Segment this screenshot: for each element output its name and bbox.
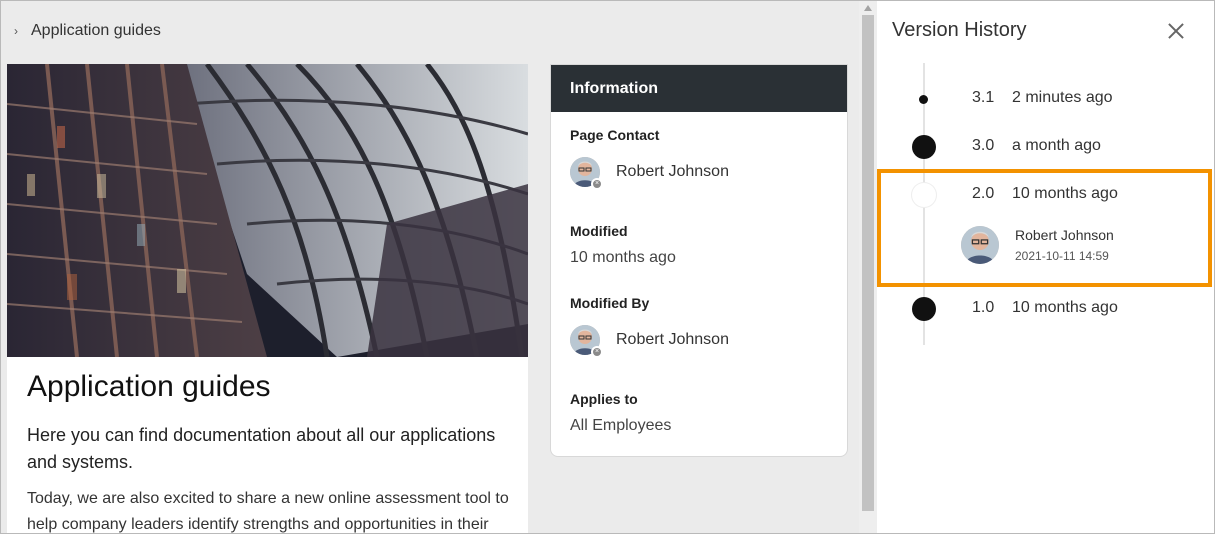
version-time: 10 months ago [1012,185,1118,202]
status-offline-icon: × [591,178,603,190]
version-number: 3.0 [972,137,995,154]
hero-image [7,64,528,357]
version-timestamp: 2021-10-11 14:59 [1015,249,1109,263]
version-author-name: Robert Johnson [1015,227,1114,243]
breadcrumb[interactable]: › Application guides [11,19,161,43]
information-card: Information Page Contact × Robert Johnso… [550,64,848,457]
applies-to-value: All Employees [570,417,672,434]
page-contact-name[interactable]: Robert Johnson [616,163,729,181]
status-offline-icon: × [591,346,603,358]
panel-title: Version History [892,19,1027,41]
page-area: › Application guides Application guides … [1,1,859,533]
close-icon[interactable] [1165,20,1187,42]
version-time: 10 months ago [1012,299,1118,316]
modified-label: Modified [570,223,628,239]
version-history-panel: Version History 3.1 2 minutes ago 3.0 a … [877,1,1214,533]
article-title: Application guides [27,370,271,403]
version-author[interactable]: Robert Johnson 2021-10-11 14:59 [961,226,1114,264]
article-body: Today, we are also excited to share a ne… [27,490,509,533]
breadcrumb-label[interactable]: Application guides [31,22,161,40]
app-frame: › Application guides Application guides … [0,0,1215,534]
page-contact-label: Page Contact [570,127,660,143]
version-number: 2.0 [972,185,995,202]
scroll-up-icon[interactable] [864,5,872,11]
timeline-dot [912,135,936,159]
version-time: a month ago [1012,137,1101,154]
article-lead: Here you can find documentation about al… [27,425,496,472]
modified-by-label: Modified By [570,295,650,311]
chevron-right-icon: › [14,24,18,38]
applies-to-label: Applies to [570,391,638,407]
version-time: 2 minutes ago [1012,89,1113,106]
version-number: 1.0 [972,299,995,316]
avatar[interactable] [961,226,999,264]
page-contact-person[interactable]: × Robert Johnson [570,157,729,190]
version-item[interactable]: 3.1 2 minutes ago [877,81,1214,117]
scrollbar-thumb[interactable] [862,15,874,511]
version-item[interactable]: 1.0 10 months ago [877,291,1214,327]
modified-by-person[interactable]: × Robert Johnson [570,325,729,358]
version-number: 3.1 [972,89,995,106]
article-card: Application guides Here you can find doc… [7,64,528,533]
modified-by-name[interactable]: Robert Johnson [616,331,729,349]
page-scrollbar[interactable] [859,1,877,533]
version-item[interactable]: 3.0 a month ago [877,129,1214,165]
information-header: Information [551,65,847,112]
timeline-dot [912,297,936,321]
version-item-selected[interactable]: 2.0 10 months ago [877,177,1214,213]
avatar[interactable]: × [570,157,603,190]
timeline-dot-selected [912,183,936,207]
timeline-dot-small [919,95,928,104]
modified-value: 10 months ago [570,249,676,266]
avatar[interactable]: × [570,325,603,358]
